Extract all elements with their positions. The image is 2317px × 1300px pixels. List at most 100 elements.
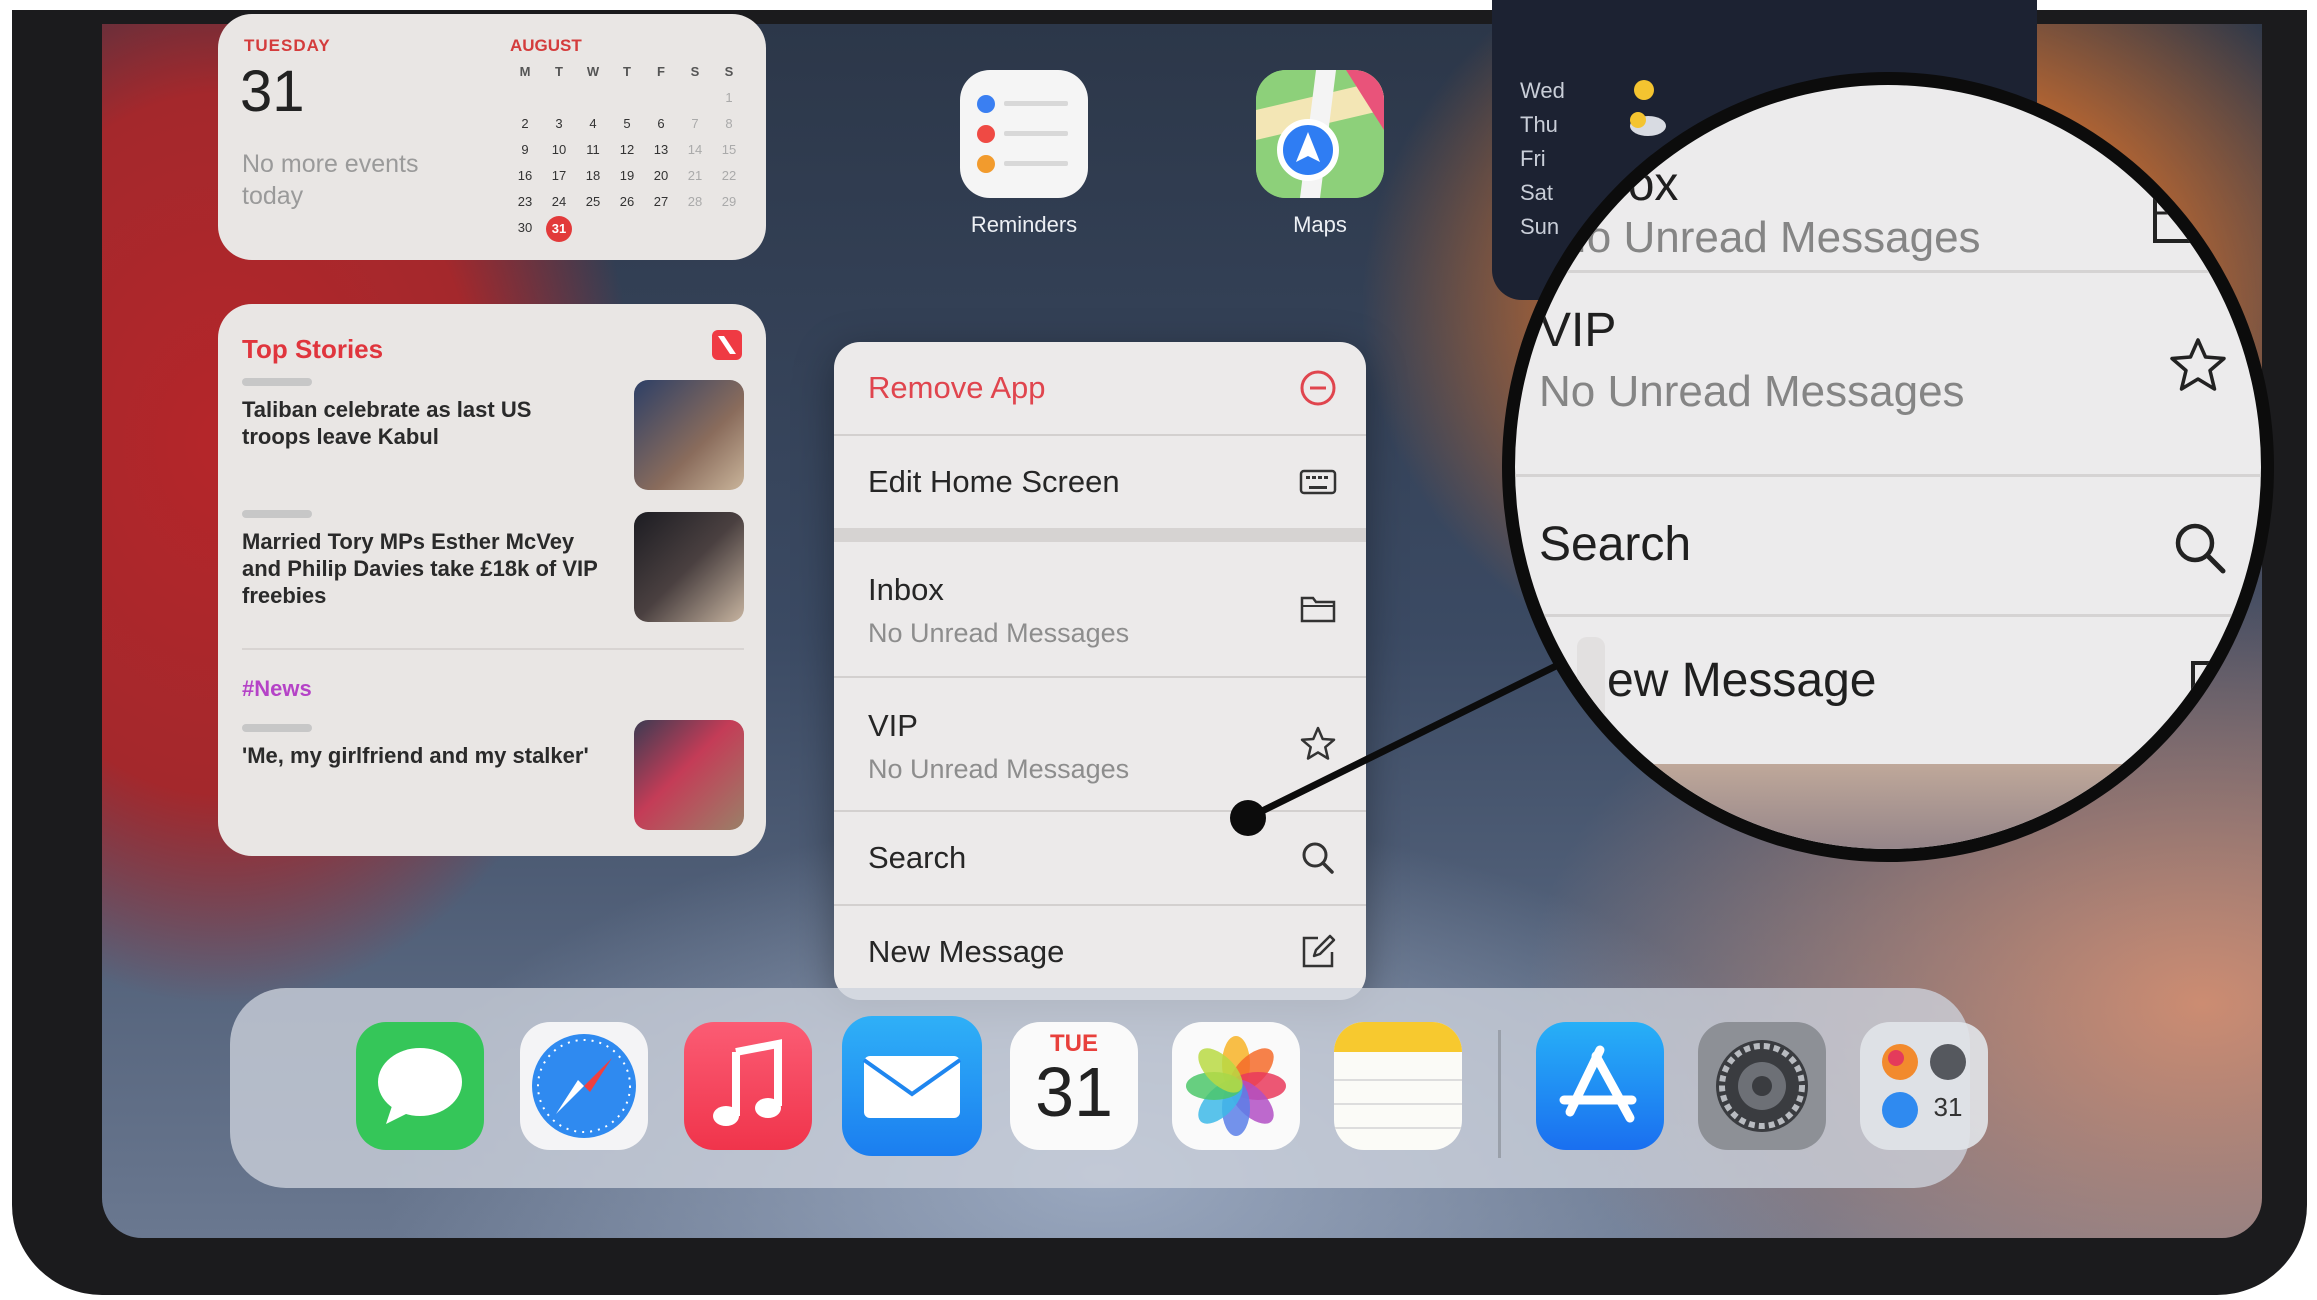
calendar-date: 18 xyxy=(585,168,601,183)
menu-item-label: New Message xyxy=(868,934,1065,969)
reminders-icon[interactable] xyxy=(960,70,1088,198)
settings-icon[interactable] xyxy=(1698,1022,1826,1150)
news-source xyxy=(242,724,312,732)
news-source xyxy=(242,378,312,386)
calendar-date: 3 xyxy=(555,116,563,131)
calendar-date xyxy=(610,86,644,110)
calendar-date: 13 xyxy=(653,142,669,157)
calendar-month: AUGUST xyxy=(510,36,582,55)
calendar-date xyxy=(644,86,678,110)
calendar-date: 17 xyxy=(551,168,567,183)
search-icon xyxy=(1302,842,1334,874)
calendar-date: 25 xyxy=(585,194,601,209)
month-grid: M T W T F S S 1 2 3 4 5 6 7 8 9 10 11 12 13 14 15 16 17 18 19 20 21… xyxy=(508,60,748,242)
menu-item-label: Search xyxy=(868,840,967,875)
dock-divider xyxy=(1498,1030,1501,1158)
calendar-date xyxy=(678,86,712,110)
news-story-headline[interactable]: Married Tory MPs Esther McVey and Philip… xyxy=(242,528,602,609)
calendar-date: 14 xyxy=(687,142,703,157)
messages-icon[interactable] xyxy=(356,1022,484,1150)
calendar-date: 11 xyxy=(586,142,600,157)
news-logo-icon xyxy=(712,330,742,360)
menu-item-label: Remove App xyxy=(868,370,1046,405)
context-menu: Remove App Edit Home Screen Inbox No Unr… xyxy=(834,342,1366,1000)
photos-icon[interactable] xyxy=(1172,1022,1300,1150)
news-story-headline[interactable]: Taliban celebrate as last US troops leav… xyxy=(242,396,602,450)
calendar-date xyxy=(576,86,610,110)
vip-menu-item[interactable]: VIP No Unread Messages xyxy=(834,676,1366,812)
weekday-header: T xyxy=(623,64,631,79)
calendar-date: 6 xyxy=(657,116,665,131)
news-thumbnail xyxy=(634,512,744,622)
magnified-inbox-item: box No Unread Messages xyxy=(1515,85,2261,270)
calendar-date: 30 xyxy=(517,220,533,235)
calendar-date: 7 xyxy=(691,116,699,131)
search-icon xyxy=(2175,523,2226,574)
inbox-menu-item[interactable]: Inbox No Unread Messages xyxy=(834,542,1366,676)
notes-icon[interactable] xyxy=(1334,1022,1462,1150)
news-section-label: #News xyxy=(242,676,312,701)
new-message-menu-item[interactable]: New Message xyxy=(834,904,1366,1000)
calendar-date: 22 xyxy=(721,168,737,183)
app-store-icon[interactable] xyxy=(1536,1022,1664,1150)
calendar-icon-day: 31 xyxy=(1035,1053,1113,1131)
magnified-search-item: Search xyxy=(1515,474,2261,617)
remove-app-button[interactable]: Remove App xyxy=(834,342,1366,434)
calendar-today: 31 xyxy=(546,216,572,242)
edit-home-screen-button[interactable]: Edit Home Screen xyxy=(834,434,1366,528)
menu-item-subtitle: No Unread Messages xyxy=(868,754,1130,784)
news-app-label: News xyxy=(1571,778,1627,803)
calendar-icon[interactable]: TUE 31 xyxy=(1010,1022,1138,1150)
keyboard-icon xyxy=(1299,469,1337,495)
calendar-date: 12 xyxy=(619,142,635,157)
news-story-headline[interactable]: 'Me, my girlfriend and my stalker' xyxy=(242,742,602,769)
star-icon xyxy=(1300,726,1336,760)
app-library-icon[interactable]: 31 xyxy=(1860,1022,1988,1150)
folder-icon xyxy=(2153,197,2211,243)
calendar-date: 27 xyxy=(653,194,669,209)
calendar-date: 1 xyxy=(725,90,733,105)
weekday-header: M xyxy=(519,64,531,79)
magnified-label: ew Message xyxy=(1607,654,1877,707)
folder-icon xyxy=(1300,596,1336,623)
app-library-calendar-day: 31 xyxy=(1933,1092,1963,1122)
calendar-date: 10 xyxy=(551,142,567,157)
calendar-date xyxy=(508,86,542,110)
news-thumbnail xyxy=(634,720,744,830)
calendar-date: 23 xyxy=(517,194,533,209)
calendar-date: 20 xyxy=(653,168,669,183)
safari-icon[interactable] xyxy=(520,1022,648,1150)
maps-icon[interactable] xyxy=(1256,70,1384,198)
news-header: Top Stories xyxy=(242,334,384,364)
magnified-label: Search xyxy=(1539,518,1692,571)
weekday-header: T xyxy=(555,64,563,79)
calendar-date: 4 xyxy=(589,116,597,131)
star-icon xyxy=(2170,338,2226,391)
music-icon[interactable] xyxy=(684,1022,812,1150)
calendar-date: 19 xyxy=(619,168,635,183)
menu-item-label: Edit Home Screen xyxy=(868,464,1120,499)
magnified-subtitle: No Unread Messages xyxy=(1539,367,1965,416)
menu-item-subtitle: No Unread Messages xyxy=(868,618,1130,648)
news-source xyxy=(242,510,312,518)
calendar-date: 21 xyxy=(687,168,703,183)
weekday-header: S xyxy=(690,64,700,79)
minus-circle-icon xyxy=(1300,370,1336,406)
magnified-label: VIP xyxy=(1539,304,1617,357)
magnified-new-message-item: ew Message xyxy=(1515,614,2261,767)
calendar-widget[interactable]: TUESDAY 31 No more events today AUGUST M… xyxy=(218,14,766,260)
compose-icon xyxy=(1302,934,1336,968)
search-menu-item[interactable]: Search xyxy=(834,810,1366,906)
calendar-date: 9 xyxy=(521,142,529,157)
menu-item-label: Inbox xyxy=(868,572,944,607)
calendar-weekday: TUESDAY xyxy=(244,36,331,55)
magnifier-lens: box No Unread Messages VIP No Unread Mes… xyxy=(1502,72,2274,862)
no-events-text: No more events today xyxy=(242,150,419,210)
news-widget[interactable]: Top Stories Taliban celebrate as last US… xyxy=(218,304,766,856)
weekday-header: F xyxy=(657,64,665,79)
calendar-date: 26 xyxy=(619,194,635,209)
calendar-date: 16 xyxy=(517,168,533,183)
mail-icon[interactable] xyxy=(842,1016,982,1156)
weekday-header: S xyxy=(724,64,734,79)
magnified-subtitle: No Unread Messages xyxy=(1555,213,1981,262)
